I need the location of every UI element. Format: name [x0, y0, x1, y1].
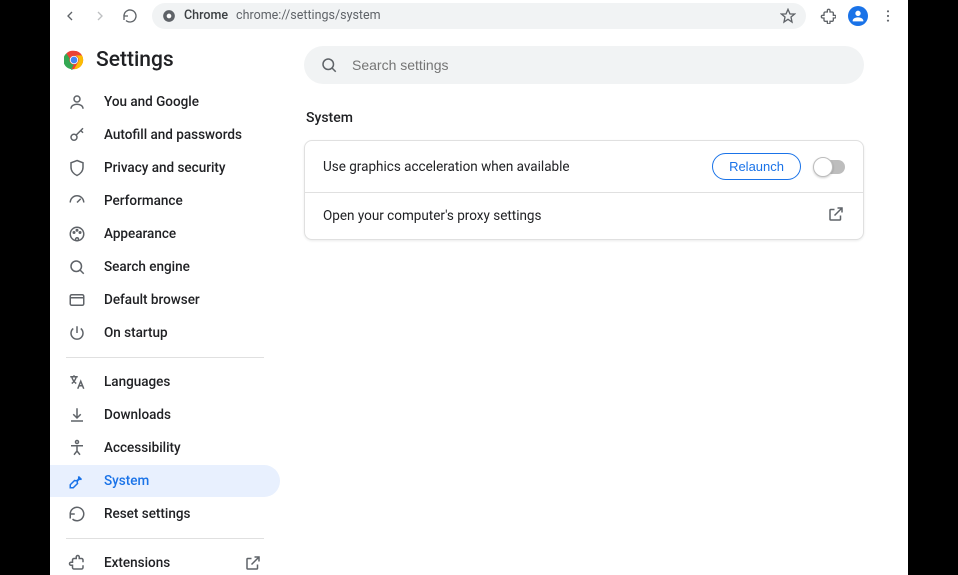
sidebar-item-on-startup[interactable]: On startup	[50, 317, 280, 349]
avatar-icon	[848, 6, 868, 26]
browser-window: Chrome chrome://settings/system	[50, 0, 908, 575]
settings-card: Use graphics acceleration when available…	[304, 140, 864, 240]
sidebar-item-label: Default browser	[104, 292, 200, 308]
sidebar-item-reset[interactable]: Reset settings	[50, 498, 280, 530]
row-gpu-acceleration: Use graphics acceleration when available…	[305, 141, 863, 192]
power-icon	[68, 324, 86, 342]
sidebar-item-extensions[interactable]: Extensions	[50, 547, 280, 575]
browser-toolbar: Chrome chrome://settings/system	[50, 0, 908, 32]
relaunch-button[interactable]: Relaunch	[712, 153, 801, 180]
sidebar-item-label: You and Google	[104, 94, 199, 110]
wrench-icon	[68, 472, 86, 490]
section-title: System	[306, 110, 884, 126]
page-title: Settings	[96, 48, 174, 72]
address-bar[interactable]: Chrome chrome://settings/system	[152, 3, 806, 29]
sidebar-item-accessibility[interactable]: Accessibility	[50, 432, 280, 464]
sidebar-item-label: Appearance	[104, 226, 176, 242]
search-icon	[320, 56, 338, 74]
nav-divider	[66, 538, 264, 539]
bookmark-star-icon[interactable]	[780, 8, 796, 24]
omnibox-url: chrome://settings/system	[236, 8, 381, 23]
sidebar-item-you-and-google[interactable]: You and Google	[50, 86, 280, 118]
gpu-accel-toggle[interactable]	[815, 160, 845, 174]
sidebar-item-downloads[interactable]: Downloads	[50, 399, 280, 431]
sidebar-item-label: Extensions	[104, 555, 170, 571]
reload-button[interactable]	[116, 2, 144, 30]
settings-sidebar: Settings You and Google Autofill and pass…	[50, 32, 280, 575]
sidebar-item-label: Downloads	[104, 407, 171, 423]
sidebar-item-languages[interactable]: Languages	[50, 366, 280, 398]
row-label: Open your computer's proxy settings	[323, 208, 813, 224]
sidebar-item-label: On startup	[104, 325, 168, 341]
sidebar-item-label: Performance	[104, 193, 183, 209]
accessibility-icon	[68, 439, 86, 457]
sidebar-item-label: Autofill and passwords	[104, 127, 242, 143]
sidebar-item-label: Reset settings	[104, 506, 190, 522]
shield-icon	[68, 159, 86, 177]
sidebar-item-label: Search engine	[104, 259, 190, 275]
sidebar-item-default-browser[interactable]: Default browser	[50, 284, 280, 316]
main-content: System Use graphics acceleration when av…	[280, 32, 908, 575]
search-icon	[68, 258, 86, 276]
open-external-icon	[244, 554, 262, 572]
extensions-button[interactable]	[814, 2, 842, 30]
sidebar-item-search-engine[interactable]: Search engine	[50, 251, 280, 283]
sidebar-item-appearance[interactable]: Appearance	[50, 218, 280, 250]
sidebar-header: Settings	[50, 42, 280, 86]
row-proxy-settings[interactable]: Open your computer's proxy settings	[305, 192, 863, 239]
sidebar-item-privacy[interactable]: Privacy and security	[50, 152, 280, 184]
speedometer-icon	[68, 192, 86, 210]
sidebar-item-system[interactable]: System	[50, 465, 280, 497]
sidebar-item-label: System	[104, 473, 149, 489]
search-settings-bar[interactable]	[304, 46, 864, 84]
sidebar-item-performance[interactable]: Performance	[50, 185, 280, 217]
sidebar-item-label: Accessibility	[104, 440, 181, 456]
chrome-logo-icon	[64, 50, 84, 70]
key-icon	[68, 126, 86, 144]
paint-icon	[68, 225, 86, 243]
back-button[interactable]	[56, 2, 84, 30]
profile-button[interactable]	[844, 2, 872, 30]
translate-icon	[68, 373, 86, 391]
reset-icon	[68, 505, 86, 523]
person-icon	[68, 93, 86, 111]
search-input[interactable]	[352, 57, 848, 73]
row-label: Use graphics acceleration when available	[323, 159, 698, 175]
nav-divider	[66, 357, 264, 358]
open-external-icon	[827, 205, 845, 227]
kebab-menu-button[interactable]	[874, 2, 902, 30]
forward-button[interactable]	[86, 2, 114, 30]
sidebar-item-label: Languages	[104, 374, 170, 390]
sidebar-item-autofill[interactable]: Autofill and passwords	[50, 119, 280, 151]
sidebar-item-label: Privacy and security	[104, 160, 226, 176]
window-icon	[68, 291, 86, 309]
download-icon	[68, 406, 86, 424]
chrome-icon	[162, 9, 176, 23]
omnibox-app-label: Chrome	[184, 8, 228, 23]
puzzle-icon	[68, 554, 86, 572]
